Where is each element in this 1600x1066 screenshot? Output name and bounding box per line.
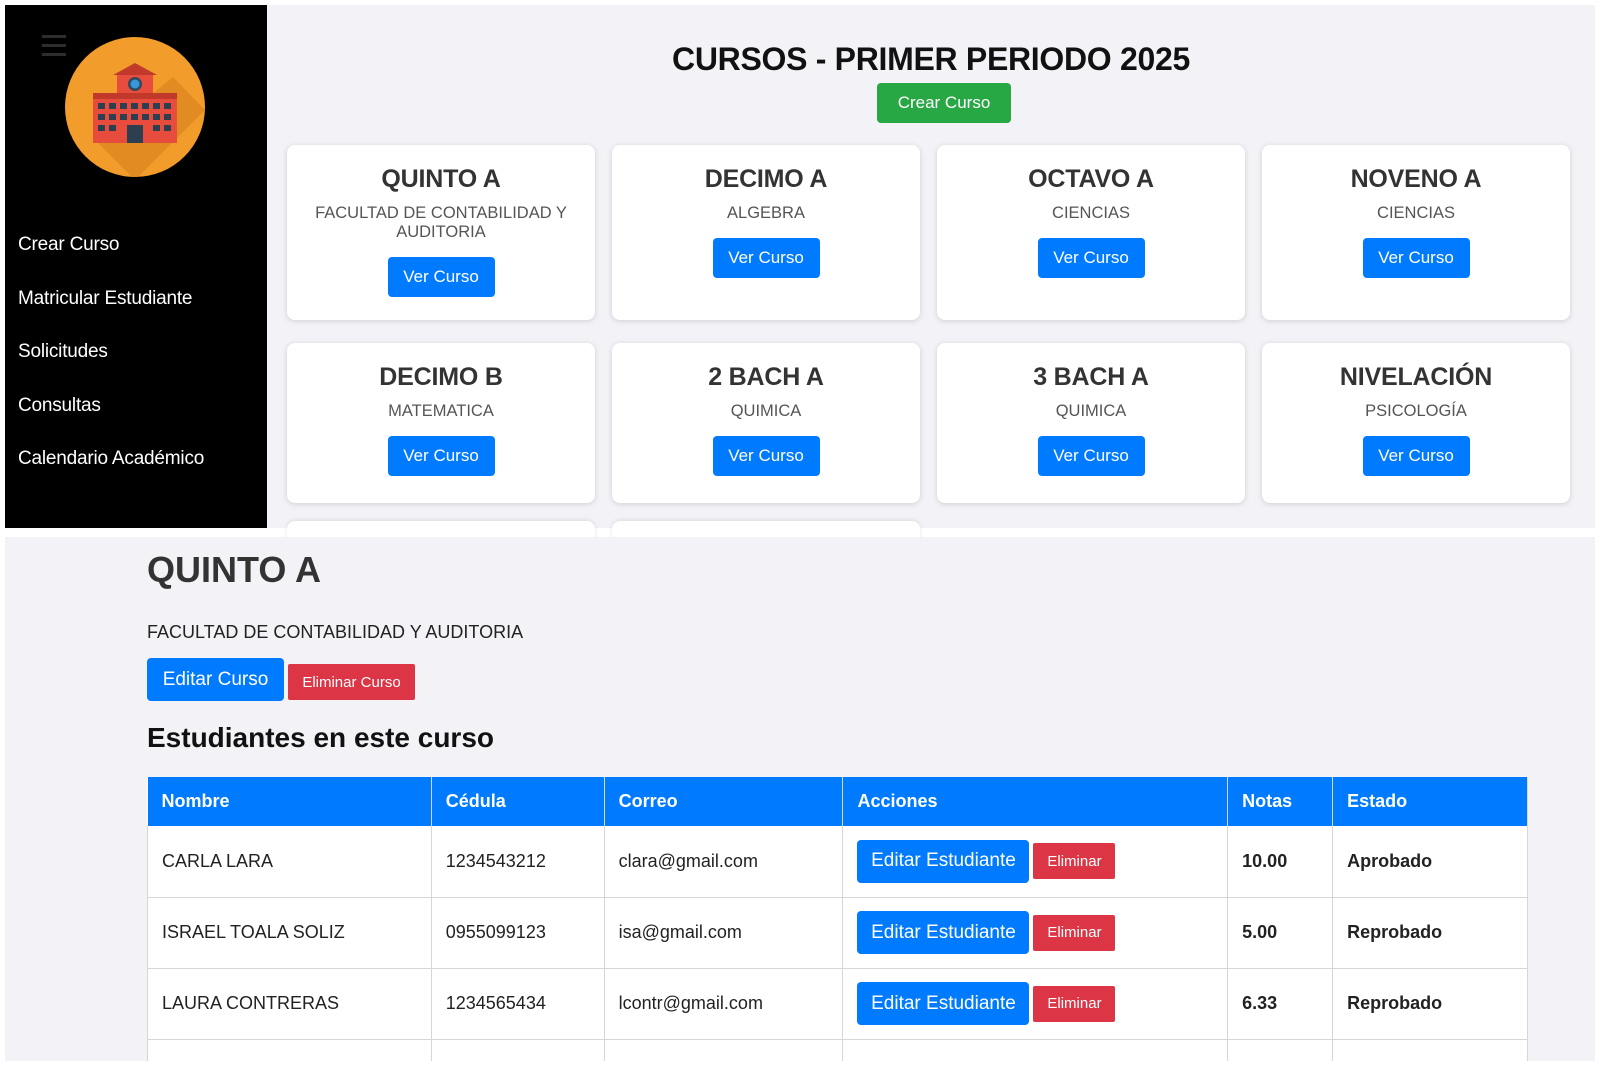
- column-header-acciones: Acciones: [842, 777, 1229, 826]
- school-logo-icon: [65, 37, 205, 177]
- nav-crear-curso[interactable]: Crear Curso: [18, 235, 204, 289]
- edit-student-button[interactable]: Editar Estudiante: [857, 982, 1030, 1025]
- page-title: CURSOS - PRIMER PERIODO 2025: [672, 41, 1190, 77]
- view-course-button[interactable]: Ver Curso: [1362, 238, 1470, 278]
- course-card: DECIMO A ALGEBRA Ver Curso: [612, 145, 920, 320]
- course-card-subject: CIENCIAS: [1377, 204, 1455, 222]
- course-card-subject: FACULTAD DE CONTABILIDAD Y AUDITORIA: [315, 204, 567, 241]
- view-course-button[interactable]: Ver Curso: [1037, 238, 1145, 278]
- course-card-subject: ALGEBRA: [727, 204, 805, 222]
- delete-student-button[interactable]: Eliminar: [1033, 914, 1116, 951]
- course-card: DECIMO B MATEMATICA Ver Curso: [287, 343, 595, 503]
- table-row: LAURA CONTRERAS 1234565434 lcontr@gmail.…: [147, 968, 1528, 1040]
- course-card: NOVENO A CIENCIAS Ver Curso: [1262, 145, 1570, 320]
- course-card-subject: CIENCIAS: [1052, 204, 1130, 222]
- course-card: 2 BACH A QUIMICA Ver Curso: [612, 343, 920, 503]
- table-row-partial: [147, 1039, 1528, 1061]
- course-card-title: NIVELACIÓN: [1339, 363, 1493, 391]
- delete-student-button[interactable]: Eliminar: [1033, 843, 1116, 880]
- course-card: OCTAVO A CIENCIAS Ver Curso: [937, 145, 1245, 320]
- student-grade: 5.00: [1227, 897, 1334, 969]
- students-table: Nombre Cédula Correo Acciones Notas Esta…: [147, 777, 1528, 1061]
- column-header-cedula: Cédula: [431, 777, 605, 826]
- create-course-button[interactable]: Crear Curso: [877, 83, 1011, 123]
- view-course-button[interactable]: Ver Curso: [1362, 436, 1470, 476]
- column-header-correo: Correo: [604, 777, 844, 826]
- student-email: isa@gmail.com: [603, 897, 844, 969]
- nav-matricular-estudiante[interactable]: Matricular Estudiante: [18, 288, 204, 343]
- course-card: 3 BACH A QUIMICA Ver Curso: [937, 343, 1245, 503]
- nav-solicitudes[interactable]: Solicitudes: [18, 342, 204, 396]
- nav-consultas[interactable]: Consultas: [18, 395, 204, 450]
- delete-course-button[interactable]: Eliminar Curso: [288, 664, 415, 700]
- view-course-button[interactable]: Ver Curso: [712, 238, 820, 278]
- view-course-button[interactable]: Ver Curso: [387, 436, 495, 476]
- student-email: clara@gmail.com: [603, 826, 844, 898]
- edit-course-button[interactable]: Editar Curso: [147, 658, 284, 701]
- menu-icon[interactable]: [42, 35, 66, 57]
- student-actions: Editar Estudiante Eliminar: [842, 968, 1229, 1040]
- course-card-title: 3 BACH A: [1033, 363, 1149, 391]
- student-id: 0955099123: [430, 897, 605, 969]
- course-card-title: 2 BACH A: [708, 363, 824, 391]
- course-card-title: DECIMO B: [379, 363, 503, 391]
- student-actions: Editar Estudiante Eliminar: [842, 897, 1229, 969]
- student-name: ISRAEL TOALA SOLIZ: [147, 897, 432, 969]
- course-card: QUINTO A FACULTAD DE CONTABILIDAD Y AUDI…: [287, 145, 595, 320]
- sidebar-nav: Crear Curso Matricular Estudiante Solici…: [18, 235, 204, 503]
- nav-calendario-academico[interactable]: Calendario Académico: [18, 449, 204, 503]
- delete-student-button[interactable]: Eliminar: [1033, 985, 1116, 1022]
- column-header-nombre: Nombre: [147, 777, 432, 826]
- student-id: 1234543212: [430, 826, 605, 898]
- courses-screen: Crear Curso Matricular Estudiante Solici…: [5, 5, 1595, 541]
- edit-student-button[interactable]: Editar Estudiante: [857, 911, 1030, 954]
- course-card-subject: QUIMICA: [730, 402, 802, 420]
- student-name: CARLA LARA: [147, 826, 432, 898]
- course-card-subject: MATEMATICA: [388, 402, 494, 420]
- student-name: LAURA CONTRERAS: [147, 968, 432, 1040]
- student-email: lcontr@gmail.com: [603, 968, 844, 1040]
- student-status: Aprobado: [1332, 826, 1528, 898]
- course-card-subject: PSICOLOGÍA: [1365, 402, 1467, 420]
- student-id: 1234565434: [430, 968, 605, 1040]
- student-grade: 6.33: [1227, 968, 1334, 1040]
- course-subtitle: FACULTAD DE CONTABILIDAD Y AUDITORIA: [147, 622, 524, 642]
- course-title: QUINTO A: [147, 549, 322, 590]
- view-course-button[interactable]: Ver Curso: [1037, 436, 1145, 476]
- view-course-button[interactable]: Ver Curso: [712, 436, 820, 476]
- table-header-row: Nombre Cédula Correo Acciones Notas Esta…: [147, 777, 1528, 826]
- course-card: NIVELACIÓN PSICOLOGÍA Ver Curso: [1262, 343, 1570, 503]
- course-card-title: DECIMO A: [704, 165, 828, 193]
- column-header-estado: Estado: [1332, 777, 1528, 826]
- courses-main: CURSOS - PRIMER PERIODO 2025 Crear Curso…: [267, 5, 1595, 541]
- edit-student-button[interactable]: Editar Estudiante: [857, 839, 1030, 883]
- student-status: Reprobado: [1332, 968, 1528, 1040]
- table-row: CARLA LARA 1234543212 clara@gmail.com Ed…: [147, 826, 1528, 898]
- student-grade: 10.00: [1227, 826, 1334, 898]
- course-card-subject: QUIMICA: [1055, 402, 1127, 420]
- view-course-button[interactable]: Ver Curso: [387, 257, 495, 297]
- course-card-title: OCTAVO A: [1028, 165, 1154, 193]
- course-detail-screen: QUINTO A FACULTAD DE CONTABILIDAD Y AUDI…: [5, 537, 1595, 1061]
- student-status: Reprobado: [1332, 897, 1528, 969]
- sidebar: Crear Curso Matricular Estudiante Solici…: [5, 5, 267, 528]
- course-card-title: QUINTO A: [381, 165, 501, 193]
- column-header-notas: Notas: [1227, 777, 1334, 826]
- course-card-title: NOVENO A: [1350, 165, 1482, 193]
- students-section-title: Estudiantes en este curso: [147, 722, 495, 753]
- student-actions: Editar Estudiante Eliminar: [842, 826, 1229, 898]
- table-row: ISRAEL TOALA SOLIZ 0955099123 isa@gmail.…: [147, 897, 1528, 969]
